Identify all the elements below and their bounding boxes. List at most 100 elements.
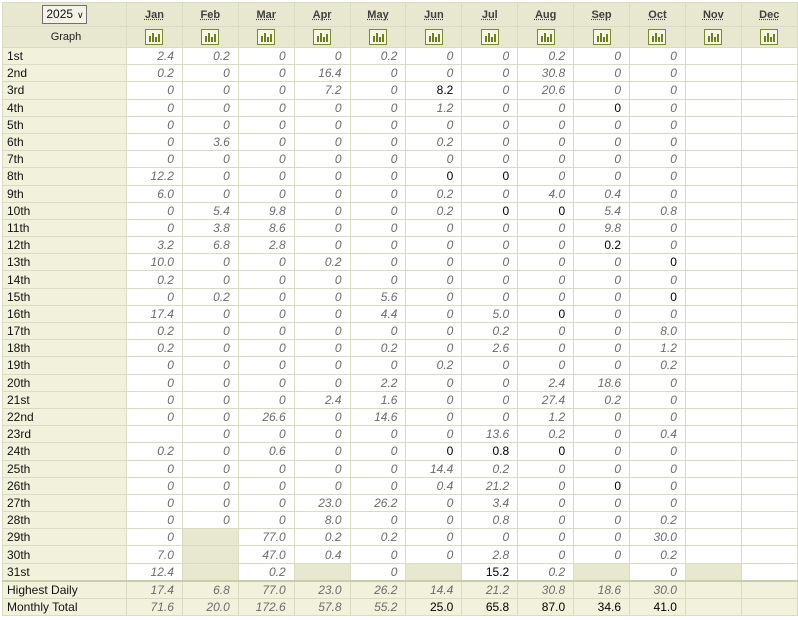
day-row: 22nd 0 0 26.6 0 14.6 0 0 1.2 0 0 xyxy=(2,407,798,427)
rainfall-value: 0.2 xyxy=(349,46,407,66)
month-link-jun[interactable]: Jun xyxy=(424,9,444,21)
bar-chart-icon[interactable] xyxy=(313,29,332,46)
month-link-mar[interactable]: Mar xyxy=(256,9,276,21)
rainfall-value: 0 xyxy=(629,304,686,324)
rainfall-value: 0 xyxy=(517,339,575,358)
rainfall-value: 0 xyxy=(349,321,407,341)
month-link-apr[interactable]: Apr xyxy=(313,9,332,21)
graph-cell xyxy=(684,26,742,48)
rainfall-value: 0 xyxy=(629,493,686,513)
month-link-sep[interactable]: Sep xyxy=(591,9,611,21)
rainfall-value: 0 xyxy=(349,218,407,238)
rainfall-value: 0 xyxy=(629,150,686,169)
rainfall-value: 0 xyxy=(237,132,295,152)
month-link-feb[interactable]: Feb xyxy=(201,9,221,21)
rainfall-value: 0.2 xyxy=(126,321,183,341)
rainfall-value: 0.4 xyxy=(573,184,631,203)
month-link-jul[interactable]: Jul xyxy=(482,9,498,21)
rainfall-table: 2025 ∨ Jan Feb Mar Apr May Jun Jul Aug Sep Oct Nov D… xyxy=(2,2,798,617)
rainfall-value: 0 xyxy=(349,545,407,564)
bar-chart-icon[interactable] xyxy=(760,29,779,46)
bar-chart-icon[interactable] xyxy=(592,29,611,46)
day-label: 25th xyxy=(2,459,127,478)
month-link-jan[interactable]: Jan xyxy=(145,9,164,21)
rainfall-value: 0 xyxy=(405,287,463,306)
rainfall-value: 0 xyxy=(573,304,631,324)
rainfall-value: 5.4 xyxy=(181,201,239,220)
rainfall-value: 20.6 xyxy=(517,81,575,100)
rainfall-value: 0 xyxy=(573,253,631,272)
bar-chart-icon[interactable] xyxy=(536,29,555,46)
day-row: 8th 12.2 0 0 0 0 0 0 0 0 0 xyxy=(2,167,798,186)
rainfall-value xyxy=(684,115,742,134)
rainfall-value: 23.0 xyxy=(293,493,351,513)
month-header-cell: Oct xyxy=(629,2,686,27)
bar-chart-icon[interactable] xyxy=(145,29,164,46)
rainfall-value: 0 xyxy=(405,339,463,358)
day-row: 12th 3.2 6.8 2.8 0 0 0 0 0 0.2 0 xyxy=(2,236,798,255)
month-header-cell: Jan xyxy=(126,2,183,27)
rainfall-value: 0 xyxy=(573,321,631,341)
rainfall-value: 0 xyxy=(405,528,463,547)
rainfall-value: 55.2 xyxy=(349,597,407,617)
month-link-aug[interactable]: Aug xyxy=(535,9,556,21)
bar-chart-icon[interactable] xyxy=(257,29,276,46)
rainfall-value: 0 xyxy=(405,46,463,66)
rainfall-value: 0 xyxy=(126,287,183,306)
rainfall-value: 0 xyxy=(237,321,295,341)
rainfall-value: 9.8 xyxy=(573,218,631,238)
month-header-cell: Jul xyxy=(461,2,519,27)
rainfall-value: 0 xyxy=(573,270,631,289)
rainfall-value: 0 xyxy=(517,442,575,461)
bar-chart-icon[interactable] xyxy=(201,29,220,46)
rainfall-value: 26.2 xyxy=(349,493,407,513)
rainfall-value: 12.4 xyxy=(126,562,183,582)
rainfall-value: 0 xyxy=(126,390,183,409)
bar-chart-icon[interactable] xyxy=(704,29,723,46)
rainfall-value: 0 xyxy=(126,115,183,134)
rainfall-value: 0 xyxy=(181,339,239,358)
rainfall-value: 0 xyxy=(629,407,686,427)
rainfall-value xyxy=(740,236,798,255)
rainfall-value xyxy=(740,184,798,203)
rainfall-value xyxy=(684,64,742,83)
bar-chart-icon[interactable] xyxy=(369,29,387,46)
day-label: 16th xyxy=(2,304,127,324)
rainfall-value: 2.4 xyxy=(517,373,575,392)
rainfall-value: 0 xyxy=(126,528,183,547)
year-select[interactable]: 2025 ∨ xyxy=(42,5,87,24)
bar-chart-icon[interactable] xyxy=(424,29,443,46)
rainfall-value: 5.0 xyxy=(461,304,519,324)
rainfall-value: 0 xyxy=(573,150,631,169)
month-link-oct[interactable]: Oct xyxy=(648,9,666,21)
rainfall-value: 0 xyxy=(181,98,239,117)
rainfall-value: 71.6 xyxy=(126,597,183,617)
rainfall-value: 0 xyxy=(349,98,407,117)
rainfall-value: 0 xyxy=(126,356,183,375)
day-label: 27th xyxy=(2,493,127,513)
bar-chart-icon[interactable] xyxy=(648,29,667,46)
day-row: 24th 0.2 0 0.6 0 0 0 0.8 0 0 0 xyxy=(2,442,798,461)
month-link-nov[interactable]: Nov xyxy=(703,9,724,21)
month-link-dec[interactable]: Dec xyxy=(759,9,779,21)
rainfall-value: 0 xyxy=(181,253,239,272)
rainfall-value: 0 xyxy=(293,46,351,66)
day-label: 9th xyxy=(2,184,127,203)
rainfall-value: 0 xyxy=(461,407,519,427)
rainfall-value: 0.4 xyxy=(405,476,463,495)
rainfall-value: 0 xyxy=(181,321,239,341)
rainfall-value: 0 xyxy=(629,287,686,306)
rainfall-value: 0 xyxy=(405,545,463,564)
rainfall-value xyxy=(684,356,742,375)
month-link-may[interactable]: May xyxy=(367,9,388,21)
bar-chart-icon[interactable] xyxy=(480,29,499,46)
day-row: 5th 0 0 0 0 0 0 0 0 0 0 xyxy=(2,115,798,134)
rainfall-value: 0 xyxy=(405,218,463,238)
month-header-cell: Jun xyxy=(405,2,463,27)
rainfall-value: 0 xyxy=(181,184,239,203)
day-label: 13th xyxy=(2,253,127,272)
day-label: 7th xyxy=(2,150,127,169)
rainfall-value xyxy=(740,270,798,289)
rainfall-value xyxy=(684,98,742,117)
rainfall-value: 17.4 xyxy=(126,579,183,599)
